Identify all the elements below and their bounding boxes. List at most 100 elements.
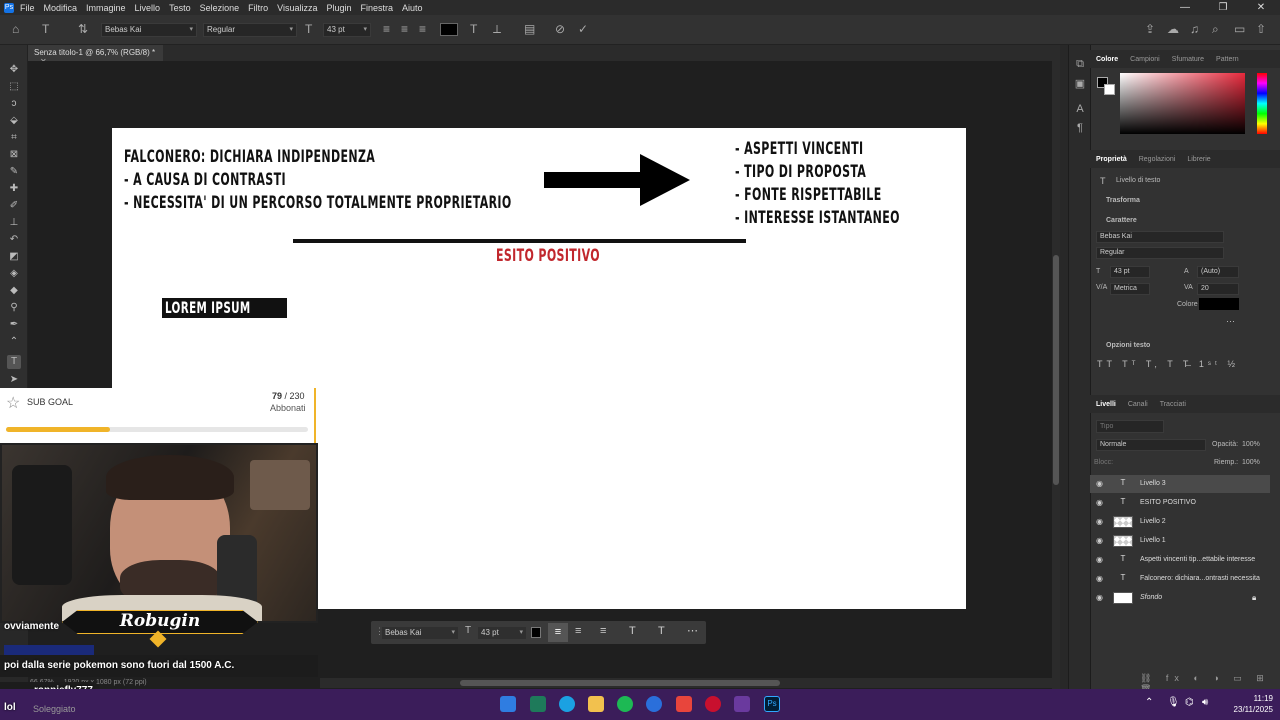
menu-plugin[interactable]: Plugin: [326, 3, 351, 13]
photoshop-taskbar-icon[interactable]: Ps: [764, 696, 780, 712]
gradient-tool-icon[interactable]: ◈: [7, 267, 21, 281]
char-tracking-field[interactable]: 20: [1197, 283, 1239, 295]
lock-icon[interactable]: 🔒︎: [1252, 593, 1256, 603]
menu-file[interactable]: File: [20, 3, 35, 13]
menu-testo[interactable]: Testo: [169, 3, 191, 13]
more-icon[interactable]: ⋯: [1226, 316, 1235, 327]
eye-icon[interactable]: ◉: [1096, 517, 1103, 526]
menu-visualizza[interactable]: Visualizza: [277, 3, 317, 13]
type-tool-icon[interactable]: T: [7, 355, 21, 369]
tab-pattern[interactable]: Pattern: [1216, 56, 1239, 63]
document-tab[interactable]: Senza titolo-1 @ 66,7% (RGB/8) * ✕: [28, 45, 163, 66]
warp-text-icon[interactable]: T: [470, 22, 477, 36]
object-selection-icon[interactable]: ⬙: [7, 114, 21, 128]
eye-icon[interactable]: ◉: [1096, 498, 1103, 507]
more-options-icon[interactable]: ⋯: [687, 624, 698, 637]
menu-finestra[interactable]: Finestra: [361, 3, 394, 13]
float-align-center-icon[interactable]: ≡: [575, 625, 581, 637]
minimize-icon[interactable]: —: [1166, 0, 1204, 15]
layer-row[interactable]: ◉ Sfondo 🔒︎: [1090, 589, 1270, 607]
dodge-tool-icon[interactable]: ⚲: [7, 301, 21, 315]
opacity-value[interactable]: 100%: [1242, 441, 1260, 448]
paragraph-icon[interactable]: ¶: [1073, 122, 1087, 136]
layer-search-input[interactable]: [1096, 420, 1164, 433]
text-options-icons[interactable]: TT Tᵀ T, T T̶ 1ˢᵗ ½: [1097, 359, 1239, 369]
float-warp-icon[interactable]: T: [629, 625, 636, 637]
eye-icon[interactable]: ◉: [1096, 479, 1103, 488]
file-explorer-icon[interactable]: [588, 696, 604, 712]
windows-start-icon[interactable]: [500, 696, 516, 712]
char-color-swatch[interactable]: [1199, 298, 1239, 310]
font-family-select[interactable]: Bebas Kai ▾: [101, 23, 197, 37]
cloud-icon[interactable]: ☁: [1167, 22, 1179, 36]
app-icon[interactable]: [705, 696, 721, 712]
hue-slider[interactable]: [1257, 73, 1267, 134]
lorem-ipsum-text-selected[interactable]: LOREM IPSUM: [162, 298, 287, 318]
healing-brush-icon[interactable]: ✚: [7, 182, 21, 196]
layer-row[interactable]: ◉ T Aspetti vincenti tip...ettabile intere…: [1090, 551, 1270, 569]
text-color-swatch[interactable]: [440, 23, 458, 36]
trasforma-section[interactable]: Trasforma: [1106, 197, 1140, 204]
esito-positivo-text[interactable]: ESITO POSITIVO: [496, 246, 600, 266]
tab-sfumature[interactable]: Sfumature: [1172, 56, 1204, 63]
align-right-icon[interactable]: ≡: [419, 22, 426, 36]
layer-row[interactable]: ◉ Livello 2: [1090, 513, 1270, 531]
tab-librerie[interactable]: Librerie: [1187, 156, 1210, 163]
font-style-select[interactable]: Regular ▾: [203, 23, 297, 37]
path-select-icon[interactable]: ➤: [7, 373, 21, 387]
3d-text-icon[interactable]: ⟂: [493, 22, 501, 37]
blend-mode-select[interactable]: Normale: [1096, 439, 1206, 451]
float-color-swatch[interactable]: [531, 627, 541, 638]
tab-proprieta[interactable]: Proprietà: [1096, 156, 1127, 163]
app-icon[interactable]: [676, 696, 692, 712]
eye-icon[interactable]: ◉: [1096, 574, 1103, 583]
fill-value[interactable]: 100%: [1242, 459, 1260, 466]
history-icon[interactable]: ⧉: [1073, 58, 1087, 72]
opzioni-testo-section[interactable]: Opzioni testo: [1106, 342, 1150, 349]
layer-row[interactable]: ◉ Livello 1: [1090, 532, 1270, 550]
network-icon[interactable]: ⌬: [1185, 697, 1194, 708]
crop-tool-icon[interactable]: ⌗: [7, 131, 21, 145]
character-icon[interactable]: A: [1073, 103, 1087, 117]
eye-icon[interactable]: ◉: [1096, 555, 1103, 564]
close-icon[interactable]: ✕: [1242, 0, 1280, 15]
cancel-icon[interactable]: ⊘: [555, 22, 565, 36]
workspace-icon[interactable]: ▭: [1234, 22, 1245, 36]
home-icon[interactable]: ⌂: [12, 22, 19, 36]
tab-campioni[interactable]: Campioni: [1130, 56, 1160, 63]
align-center-icon[interactable]: ≡: [401, 22, 408, 36]
tab-regolazioni[interactable]: Regolazioni: [1139, 156, 1176, 163]
spotify-icon[interactable]: [617, 696, 633, 712]
layer-row[interactable]: ◉ T Livello 3: [1090, 475, 1270, 493]
horizontal-scroll-thumb[interactable]: [460, 680, 780, 686]
eyedropper-icon[interactable]: ✎: [7, 165, 21, 179]
char-font-select[interactable]: Bebas Kai: [1096, 231, 1224, 243]
bell-icon[interactable]: ♫: [1190, 22, 1199, 36]
menu-modifica[interactable]: Modifica: [44, 3, 78, 13]
float-align-right-icon[interactable]: ≡: [600, 625, 606, 637]
float-type-options-icon[interactable]: T: [658, 625, 665, 637]
char-kerning-field[interactable]: Metrica: [1110, 283, 1150, 295]
brush-tool-icon[interactable]: ✐: [7, 199, 21, 213]
app-icon[interactable]: [530, 696, 546, 712]
restore-icon[interactable]: ❐: [1204, 0, 1242, 15]
menu-livello[interactable]: Livello: [135, 3, 161, 13]
menu-immagine[interactable]: Immagine: [86, 3, 126, 13]
background-color-swatch[interactable]: [1104, 84, 1115, 95]
float-font-size-select[interactable]: 43 pt ▾: [477, 626, 527, 640]
font-size-select[interactable]: 43 pt ▾: [323, 23, 371, 37]
tab-tracciati[interactable]: Tracciati: [1160, 401, 1186, 408]
frame-tool-icon[interactable]: ⊠: [7, 148, 21, 162]
menu-selezione[interactable]: Selezione: [200, 3, 240, 13]
tab-colore[interactable]: Colore: [1096, 56, 1118, 63]
move-tool-icon[interactable]: ✥: [7, 63, 21, 77]
eraser-tool-icon[interactable]: ◩: [7, 250, 21, 264]
layer-row[interactable]: ◉ T ESITO POSITIVO: [1090, 494, 1270, 512]
lasso-tool-icon[interactable]: ↄ: [7, 97, 21, 111]
right-text-block[interactable]: - ASPETTI VINCENTI - TIPO DI PROPOSTA - …: [735, 138, 964, 230]
edge-icon[interactable]: [559, 696, 575, 712]
carattere-section[interactable]: Carattere: [1106, 217, 1137, 224]
share-icon[interactable]: ⇪: [1145, 22, 1155, 36]
eye-icon[interactable]: ◉: [1096, 593, 1103, 602]
menu-filtro[interactable]: Filtro: [248, 3, 268, 13]
